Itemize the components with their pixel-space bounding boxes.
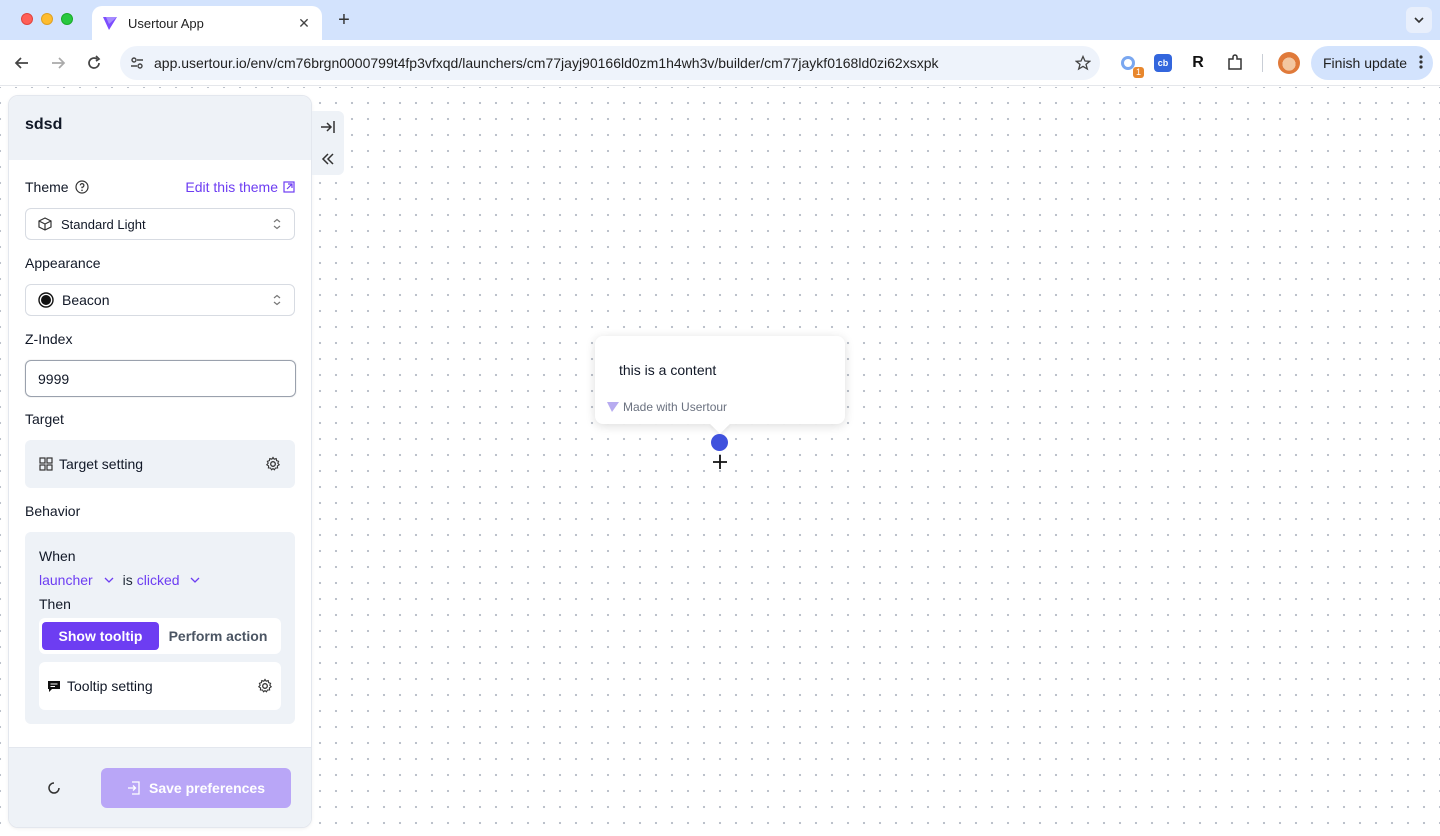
usertour-logo-icon <box>607 402 619 412</box>
profile-avatar[interactable] <box>1278 52 1300 74</box>
more-vert-icon <box>1419 55 1423 69</box>
log-in-icon <box>128 781 140 795</box>
tooltip-preview[interactable]: this is a content Made with Usertour <box>595 336 845 434</box>
appearance-value: Beacon <box>62 292 110 308</box>
theme-label: Theme <box>25 179 69 195</box>
trigger-element-dropdown[interactable]: launcher <box>39 572 115 588</box>
action-segmented-control: Show tooltip Perform action <box>39 618 281 654</box>
edit-theme-link[interactable]: Edit this theme <box>185 179 295 195</box>
launcher-beacon[interactable] <box>711 434 728 451</box>
save-preferences-button[interactable]: Save preferences <box>101 768 291 808</box>
browser-tab-bar: Usertour App ✕ + <box>0 0 1440 40</box>
window-minimize-button[interactable] <box>41 13 53 25</box>
trigger-is-text: is <box>122 572 133 588</box>
behavior-card: When launcher is clicked Then Show toolt… <box>25 532 295 724</box>
tab-close-icon[interactable]: ✕ <box>296 15 312 31</box>
behavior-label: Behavior <box>25 503 81 519</box>
finish-update-label: Finish update <box>1323 55 1408 71</box>
save-preferences-label: Save preferences <box>149 780 265 796</box>
tab-search-button[interactable] <box>1406 7 1432 33</box>
usertour-logo-icon <box>103 17 117 30</box>
theme-value: Standard Light <box>61 216 146 232</box>
show-tooltip-tab[interactable]: Show tooltip <box>42 622 159 650</box>
trigger-row: launcher is clicked <box>39 572 281 588</box>
theme-row: Theme Edit this theme <box>25 179 295 195</box>
toolbar-separator <box>1262 54 1263 72</box>
appearance-select[interactable]: Beacon <box>25 284 295 316</box>
address-bar[interactable]: app.usertour.io/env/cm76brgn0000799t4fp3… <box>120 46 1100 80</box>
chevron-down-icon <box>104 577 114 583</box>
reload-icon[interactable] <box>82 51 106 75</box>
crosshair-cursor-icon <box>713 455 727 469</box>
grid-icon <box>39 457 53 471</box>
edit-theme-label: Edit this theme <box>185 179 278 195</box>
panel-footer: Save preferences <box>9 747 311 827</box>
chevrons-left-icon[interactable] <box>312 143 344 175</box>
trigger-action-dropdown[interactable]: clicked <box>137 572 202 588</box>
gear-icon[interactable] <box>265 456 281 472</box>
collapse-right-icon[interactable] <box>312 111 344 143</box>
finish-update-button[interactable]: Finish update <box>1311 46 1433 80</box>
extension-badge: 1 <box>1132 67 1144 78</box>
when-label: When <box>39 548 76 564</box>
new-tab-icon[interactable]: + <box>334 9 354 31</box>
cube-icon <box>38 217 52 231</box>
forward-icon[interactable] <box>46 51 70 75</box>
theme-select[interactable]: Standard Light <box>25 208 295 240</box>
target-setting-card[interactable]: Target setting <box>25 440 295 488</box>
target-label: Target <box>25 411 64 427</box>
extension-sync-icon[interactable]: 1 <box>1118 53 1144 78</box>
panel-title: sdsd <box>9 96 311 160</box>
appearance-label: Appearance <box>25 255 101 271</box>
refresh-icon[interactable] <box>45 779 63 797</box>
panel-side-tools <box>312 111 344 175</box>
launcher-settings-panel: sdsd Theme Edit this theme Standard Ligh… <box>8 95 312 828</box>
perform-action-tab[interactable]: Perform action <box>159 622 277 650</box>
message-icon <box>48 681 60 692</box>
tooltip-setting-card[interactable]: Tooltip setting <box>39 662 281 710</box>
tab-title: Usertour App <box>128 15 204 31</box>
back-icon[interactable] <box>10 51 34 75</box>
bookmark-star-icon[interactable] <box>1066 55 1100 71</box>
then-label: Then <box>39 596 71 612</box>
window-close-button[interactable] <box>21 13 33 25</box>
zindex-input[interactable] <box>25 360 296 397</box>
extension-r-icon[interactable]: R <box>1188 53 1208 73</box>
target-setting-label: Target setting <box>59 456 144 472</box>
browser-tab[interactable]: Usertour App ✕ <box>92 6 322 40</box>
extensions-puzzle-icon[interactable] <box>1225 53 1245 73</box>
browser-toolbar: app.usertour.io/env/cm76brgn0000799t4fp3… <box>0 40 1440 86</box>
chevron-updown-icon <box>273 218 281 230</box>
tooltip-setting-label: Tooltip setting <box>67 678 153 694</box>
chevron-updown-icon <box>273 294 281 306</box>
chevron-down-icon <box>1414 17 1424 24</box>
chevron-down-icon <box>190 577 200 583</box>
external-link-icon <box>283 181 295 193</box>
tooltip-content-text: this is a content <box>619 362 717 378</box>
brand-text: Made with Usertour <box>623 400 728 414</box>
trigger-element-value: launcher <box>39 572 93 588</box>
made-with-usertour[interactable]: Made with Usertour <box>607 400 727 414</box>
beacon-icon <box>38 292 54 308</box>
gear-icon[interactable] <box>257 678 273 694</box>
trigger-action-value: clicked <box>136 572 180 588</box>
window-zoom-button[interactable] <box>61 13 73 25</box>
help-circle-icon[interactable] <box>74 180 89 194</box>
url-text: app.usertour.io/env/cm76brgn0000799t4fp3… <box>154 55 939 71</box>
site-info-icon[interactable] <box>120 55 154 71</box>
extension-cb-icon[interactable]: cb <box>1154 54 1172 72</box>
zindex-label: Z-Index <box>25 331 73 347</box>
